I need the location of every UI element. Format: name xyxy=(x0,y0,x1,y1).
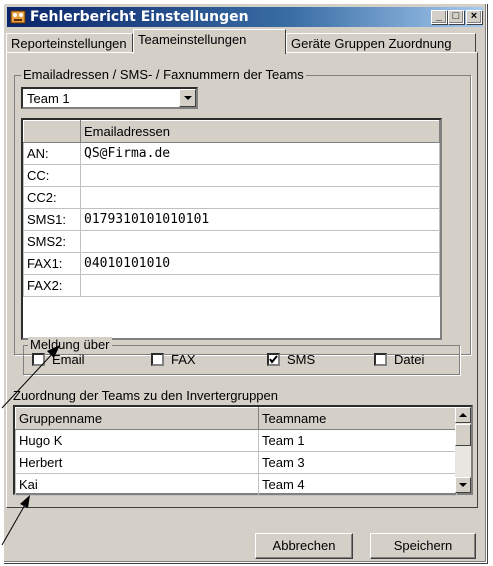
window-title: Fehlerbericht Einstellungen xyxy=(30,9,249,25)
save-button[interactable]: Speichern xyxy=(370,533,476,559)
annotation-arrows xyxy=(1,345,60,546)
row-label: CC2: xyxy=(23,186,81,209)
tab-teameinstellungen[interactable]: Teameinstellungen xyxy=(133,29,286,54)
table-row: SMS1: 0179310101010101 xyxy=(23,208,440,231)
email-cell[interactable] xyxy=(80,164,440,187)
cancel-button[interactable]: Abbrechen xyxy=(255,533,353,559)
scroll-down-button[interactable] xyxy=(455,477,471,493)
scroll-up-button[interactable] xyxy=(455,407,471,423)
table-row[interactable]: Herbert Team 3 xyxy=(15,451,457,474)
team-cell[interactable]: Team 1 xyxy=(258,429,457,452)
fax-checkbox[interactable] xyxy=(151,353,164,366)
email-cell[interactable]: QS@Firma.de xyxy=(80,142,440,165)
row-label: SMS1: xyxy=(23,208,81,231)
table-row: CC2: xyxy=(23,186,440,209)
maximize-button[interactable]: □ xyxy=(448,10,464,24)
row-label: AN: xyxy=(23,142,81,165)
chevron-down-icon[interactable] xyxy=(179,89,196,107)
table-row[interactable]: Hugo K Team 1 xyxy=(15,429,457,452)
table-row[interactable]: Kai Team 4 xyxy=(15,473,457,496)
team-select-value: Team 1 xyxy=(27,91,70,106)
check-icon xyxy=(269,355,278,364)
table-row: FAX2: xyxy=(23,274,440,297)
scroll-thumb[interactable] xyxy=(455,424,471,446)
assignment-grid: Gruppenname Teamname Hugo K Team 1 Herber… xyxy=(13,405,473,496)
datei-checkbox-label: Datei xyxy=(394,352,425,367)
tab-reporteinstellungen[interactable]: Reporteinstellungen xyxy=(6,33,133,53)
table-row: CC: xyxy=(23,164,440,187)
row-label: SMS2: xyxy=(23,230,81,253)
datei-checkbox[interactable] xyxy=(374,353,387,366)
tab-geraete-gruppen-zuordnung[interactable]: Geräte Gruppen Zuordnung xyxy=(286,33,476,53)
team-cell[interactable]: Team 3 xyxy=(258,451,457,474)
email-cell[interactable]: 04010101010 xyxy=(80,252,440,275)
minimize-button[interactable]: _ xyxy=(431,10,447,24)
grid-corner xyxy=(23,120,81,143)
sms-checkbox[interactable] xyxy=(267,353,280,366)
team-cell[interactable]: Team 4 xyxy=(258,473,457,496)
app-icon xyxy=(10,10,26,24)
row-label: CC: xyxy=(23,164,81,187)
table-row: AN: QS@Firma.de xyxy=(23,142,440,165)
email-column-header: Emailadressen xyxy=(80,120,440,143)
tab-panel: Emailadressen / SMS- / Faxnummern der Te… xyxy=(6,52,478,508)
sms-checkbox-label: SMS xyxy=(287,352,316,367)
emails-group: Emailadressen / SMS- / Faxnummern der Te… xyxy=(14,67,471,375)
notify-group: Meldung über Email FAX SMS Datei xyxy=(23,337,460,375)
team-name-header[interactable]: Teamname xyxy=(258,407,457,430)
email-cell[interactable] xyxy=(80,274,440,297)
team-select[interactable]: Team 1 xyxy=(21,87,198,109)
table-row: SMS2: xyxy=(23,230,440,253)
email-cell[interactable] xyxy=(80,186,440,209)
vertical-scrollbar[interactable] xyxy=(455,407,471,493)
close-button[interactable]: × xyxy=(466,10,482,24)
email-grid: Emailadressen AN: QS@Firma.de CC: CC2: SM… xyxy=(21,118,442,340)
fax-checkbox-label: FAX xyxy=(171,352,196,367)
title-bar[interactable]: Fehlerbericht Einstellungen _ □ × xyxy=(7,7,483,27)
row-label: FAX2: xyxy=(23,274,81,297)
email-cell[interactable] xyxy=(80,230,440,253)
table-row: FAX1: 04010101010 xyxy=(23,252,440,275)
row-label: FAX1: xyxy=(23,252,81,275)
email-cell[interactable]: 0179310101010101 xyxy=(80,208,440,231)
emails-group-legend: Emailadressen / SMS- / Faxnummern der Te… xyxy=(21,67,306,82)
